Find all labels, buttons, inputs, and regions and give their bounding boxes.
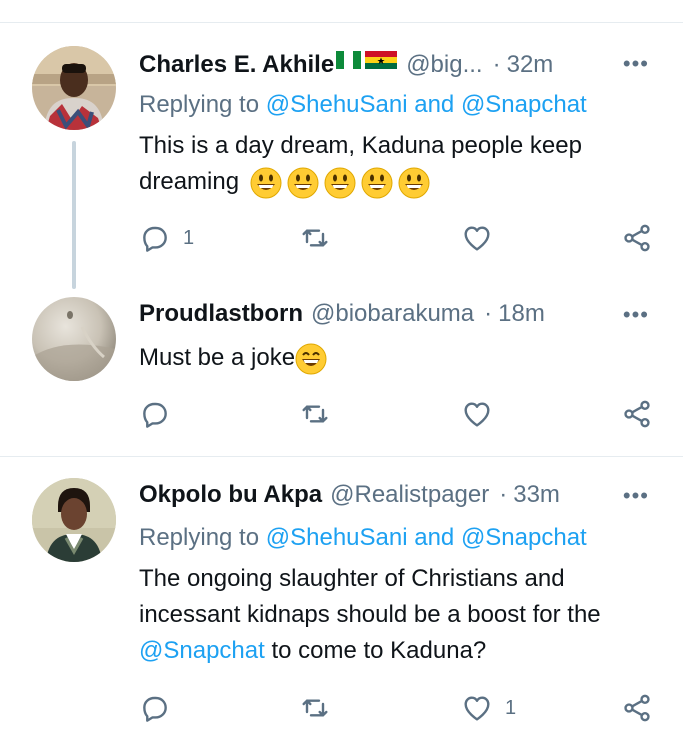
reply-icon — [143, 696, 167, 722]
like-button[interactable] — [461, 222, 505, 254]
reply-button[interactable] — [139, 692, 183, 724]
retweet-button[interactable] — [299, 222, 343, 254]
replying-to-label: Replying to — [139, 524, 260, 551]
mention-link[interactable]: @Snapchat — [461, 524, 587, 551]
tweet-text-content: to come to Kaduna? — [271, 637, 487, 664]
nigeria-flag-emoji — [336, 51, 362, 69]
grinning-face-emoji — [324, 167, 356, 199]
grinning-face-emoji — [361, 167, 393, 199]
laughing-emoji — [295, 343, 327, 375]
retweet-icon — [302, 699, 328, 717]
user-handle[interactable]: @biobarakuma — [311, 299, 474, 329]
retweet-icon — [302, 405, 328, 423]
reply-button[interactable]: 1 — [139, 222, 194, 254]
tweet-actions: 1 — [139, 222, 659, 258]
tweet-header: Proudlastborn @biobarakuma · 18m — [139, 299, 545, 329]
replying-to-label: Replying to — [139, 91, 260, 118]
separator-dot: · — [499, 481, 508, 508]
timestamp[interactable]: 33m — [513, 480, 560, 510]
mention-link[interactable]: @Snapchat — [461, 91, 587, 118]
display-name[interactable]: Okpolo bu Akpa — [139, 480, 322, 510]
user-handle[interactable]: @Realistpager — [330, 480, 489, 510]
retweet-button[interactable] — [299, 398, 331, 430]
more-icon[interactable]: ••• — [623, 304, 649, 326]
share-icon — [624, 224, 650, 252]
like-count: 1 — [505, 696, 517, 719]
heart-icon — [464, 402, 490, 427]
top-separator — [0, 22, 683, 23]
separator-dot: · — [484, 300, 493, 327]
more-icon[interactable]: ••• — [623, 53, 649, 75]
retweet-button[interactable] — [299, 692, 331, 724]
avatar[interactable] — [32, 478, 116, 562]
tweet-text: Must be a joke — [139, 340, 659, 376]
tweet-separator — [0, 456, 683, 457]
ghana-flag-emoji — [365, 51, 398, 69]
thread-connector — [72, 141, 76, 289]
retweet-icon — [302, 229, 328, 247]
reply-icon — [143, 226, 167, 252]
avatar-photo — [32, 478, 116, 562]
replying-and[interactable]: and — [414, 91, 454, 118]
mention-link[interactable]: @ShehuSani — [266, 91, 408, 118]
share-button[interactable] — [621, 692, 653, 724]
replying-to: Replying to @ShehuSani and @Snapchat — [139, 523, 587, 553]
grinning-face-emoji — [250, 167, 282, 199]
display-name[interactable]: Charles E. Akhile — [139, 50, 334, 80]
grinning-face-emoji — [398, 167, 430, 199]
mention-link[interactable]: @Snapchat — [139, 637, 265, 664]
like-button[interactable] — [461, 398, 505, 430]
share-button[interactable] — [621, 222, 653, 254]
share-icon — [624, 694, 650, 722]
reply-count: 1 — [183, 226, 195, 249]
avatar[interactable] — [32, 46, 116, 130]
more-icon[interactable]: ••• — [623, 485, 649, 507]
share-icon — [624, 400, 650, 428]
reply-icon — [143, 402, 167, 428]
mention-link[interactable]: @ShehuSani — [266, 524, 408, 551]
like-button[interactable]: 1 — [461, 692, 516, 724]
separator-dot: · — [492, 51, 501, 78]
grinning-face-emoji — [287, 167, 319, 199]
heart-icon — [464, 226, 490, 251]
tweet-actions — [139, 398, 659, 434]
tweet-text-content: The ongoing slaughter of Christians and … — [139, 565, 601, 628]
share-button[interactable] — [621, 398, 653, 430]
user-handle[interactable]: @big... — [406, 50, 482, 80]
replying-to: Replying to @ShehuSani and @Snapchat — [139, 90, 587, 120]
avatar[interactable] — [32, 297, 116, 381]
tweet-actions: 1 — [139, 692, 659, 728]
avatar-photo — [32, 297, 116, 381]
reply-button[interactable] — [139, 398, 183, 430]
tweet-header: Okpolo bu Akpa @Realistpager · 33m — [139, 480, 560, 510]
timestamp[interactable]: 32m — [507, 50, 554, 80]
tweet-text: This is a day dream, Kaduna people keep … — [139, 128, 659, 200]
avatar-photo — [32, 46, 116, 130]
tweet-header: Charles E. Akhile @big... · 32m — [139, 48, 553, 80]
replying-and[interactable]: and — [414, 524, 454, 551]
display-name[interactable]: Proudlastborn — [139, 299, 303, 329]
grinning-emoji-row — [246, 167, 430, 199]
tweet-text: The ongoing slaughter of Christians and … — [139, 561, 639, 669]
heart-icon — [464, 696, 490, 721]
timestamp[interactable]: 18m — [498, 299, 545, 329]
tweet-text-content: Must be a joke — [139, 344, 296, 371]
